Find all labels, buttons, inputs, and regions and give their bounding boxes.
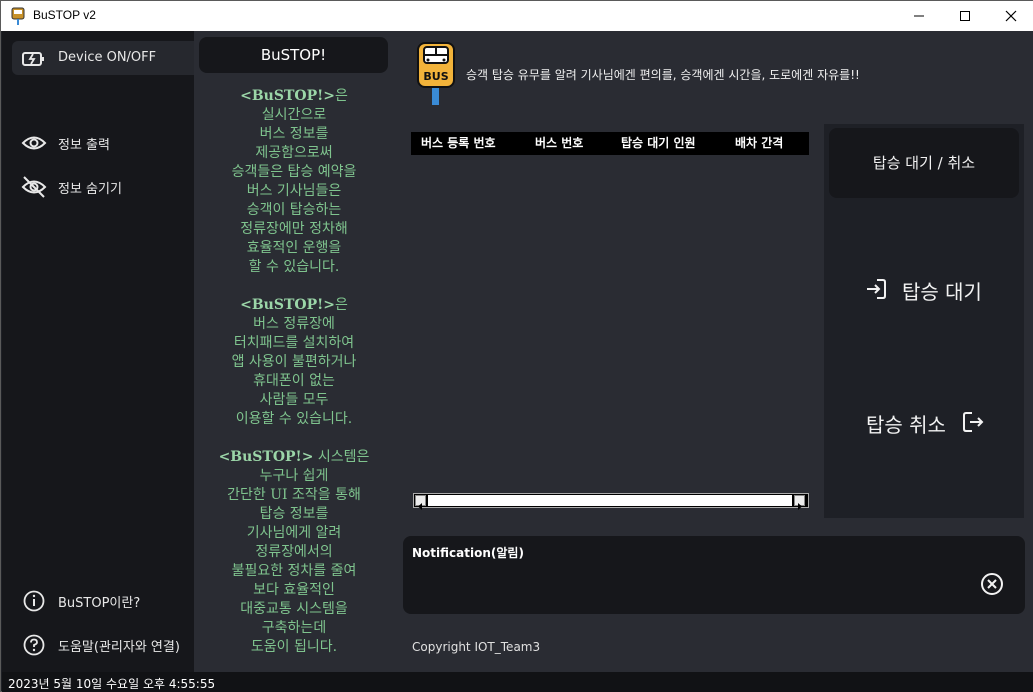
bus-stop-logo: BUS bbox=[417, 42, 455, 105]
description-paragraph: <BuSTOP!> 시스템은 누구나 쉽게 간단한 UI 조작을 통해 탑승 정… bbox=[218, 449, 370, 655]
board-cancel-label: 탑승 취소 bbox=[866, 413, 946, 437]
brand-name: <BuSTOP!> bbox=[240, 297, 335, 313]
sidebar-item-hide-info[interactable]: 정보 숨기기 bbox=[12, 169, 194, 203]
description-paragraph: <BuSTOP!>은 버스 정류장에 터치패드를 설치하여 앱 사용이 불편하거… bbox=[231, 297, 357, 427]
notification-title: Notification(알림) bbox=[412, 546, 524, 560]
boarding-panel-title: 탑승 대기 / 취소 bbox=[829, 128, 1019, 198]
minimize-icon bbox=[914, 15, 924, 17]
notification-close-icon[interactable] bbox=[980, 572, 1004, 596]
board-wait-label: 탑승 대기 bbox=[902, 280, 982, 304]
window-title: BuSTOP v2 bbox=[33, 8, 96, 22]
main-content: 버스 등록 번호 버스 번호 탑승 대기 인원 배차 간격 탑승 대기 / 취소 bbox=[394, 113, 1033, 672]
sidebar-item-label: 도움말(관리자와 연결) bbox=[58, 640, 180, 655]
login-arrow-icon bbox=[867, 279, 886, 299]
help-icon bbox=[23, 634, 45, 656]
sidebar-item-label: 정보 출력 bbox=[58, 138, 110, 153]
table-header-row: 버스 등록 번호 버스 번호 탑승 대기 인원 배차 간격 bbox=[411, 132, 809, 155]
title-bar: BuSTOP v2 bbox=[1, 1, 1033, 31]
board-cancel-button[interactable]: 탑승 취소 bbox=[824, 397, 1024, 447]
status-bar: 2023년 5월 10일 수요일 오후 4:55:55 bbox=[2, 672, 1033, 692]
power-plug-icon bbox=[22, 52, 44, 66]
sidebar: Device ON/OFF 정보 출력 정보 숨기기 BuSTOP이란? 도움말… bbox=[2, 31, 194, 672]
notification-box: Notification(알림) bbox=[403, 536, 1025, 614]
sidebar-item-label: 정보 숨기기 bbox=[58, 182, 122, 197]
column-header-bus-number[interactable]: 버스 번호 bbox=[525, 132, 611, 155]
maximize-button[interactable] bbox=[942, 1, 988, 31]
description-title: BuSTOP! bbox=[199, 37, 388, 73]
description-text: <BuSTOP!>은 실시간으로 버스 정보를 제공함으로써 승객들은 탑승 예… bbox=[194, 87, 394, 676]
sidebar-item-show-info[interactable]: 정보 출력 bbox=[12, 125, 194, 159]
sidebar-item-about[interactable]: BuSTOP이란? bbox=[12, 583, 194, 617]
logout-arrow-icon bbox=[963, 412, 984, 432]
column-header-waiting-count[interactable]: 탑승 대기 인원 bbox=[611, 132, 725, 155]
close-icon bbox=[1005, 10, 1017, 22]
info-icon bbox=[23, 590, 45, 612]
slogan: 승객 탑승 유무를 알려 기사님에겐 편의를, 승객에겐 시간을, 도로에겐 자… bbox=[466, 68, 860, 82]
bus-info-table[interactable]: 버스 등록 번호 버스 번호 탑승 대기 인원 배차 간격 bbox=[411, 132, 809, 510]
description-paragraph: <BuSTOP!>은 실시간으로 버스 정보를 제공함으로써 승객들은 탑승 예… bbox=[231, 88, 357, 275]
column-header-bus-reg-number[interactable]: 버스 등록 번호 bbox=[411, 132, 525, 155]
brand-name: <BuSTOP!> bbox=[218, 449, 314, 465]
arrow-left-icon bbox=[418, 503, 422, 510]
table-horizontal-scrollbar[interactable] bbox=[413, 493, 809, 510]
header: BUS 승객 탑승 유무를 알려 기사님에겐 편의를, 승객에겐 시간을, 도로… bbox=[394, 31, 1033, 113]
boarding-panel: 탑승 대기 / 취소 탑승 대기 탑승 취소 bbox=[824, 124, 1024, 518]
maximize-icon bbox=[960, 11, 970, 21]
scroll-right-button[interactable] bbox=[794, 495, 805, 510]
app-window: BuSTOP v2 Device ON/OFF 정보 출력 정보 숨기기 BuS… bbox=[0, 0, 1033, 692]
bus-logo-text: BUS bbox=[423, 70, 448, 83]
description-panel: BuSTOP! <BuSTOP!>은 실시간으로 버스 정보를 제공함으로써 승… bbox=[194, 31, 394, 672]
scroll-track[interactable] bbox=[428, 495, 792, 506]
brand-name: <BuSTOP!> bbox=[240, 88, 335, 104]
copyright: Copyright IOT_Team3 bbox=[412, 640, 541, 654]
sidebar-item-help[interactable]: 도움말(관리자와 연결) bbox=[12, 627, 194, 661]
column-header-interval[interactable]: 배차 간격 bbox=[725, 132, 809, 155]
minimize-button[interactable] bbox=[896, 1, 942, 31]
arrow-right-icon bbox=[798, 503, 802, 510]
scroll-left-button[interactable] bbox=[415, 495, 426, 510]
eye-icon bbox=[21, 136, 47, 150]
board-wait-button[interactable]: 탑승 대기 bbox=[824, 264, 1024, 314]
sidebar-item-label: Device ON/OFF bbox=[58, 50, 157, 65]
sidebar-item-device-onoff[interactable]: Device ON/OFF bbox=[12, 41, 194, 75]
eye-off-icon bbox=[21, 176, 47, 198]
app-bus-icon bbox=[11, 7, 25, 25]
close-window-button[interactable] bbox=[988, 1, 1033, 31]
sidebar-item-label: BuSTOP이란? bbox=[58, 596, 141, 611]
datetime-display: 2023년 5월 10일 수요일 오후 4:55:55 bbox=[8, 677, 216, 691]
